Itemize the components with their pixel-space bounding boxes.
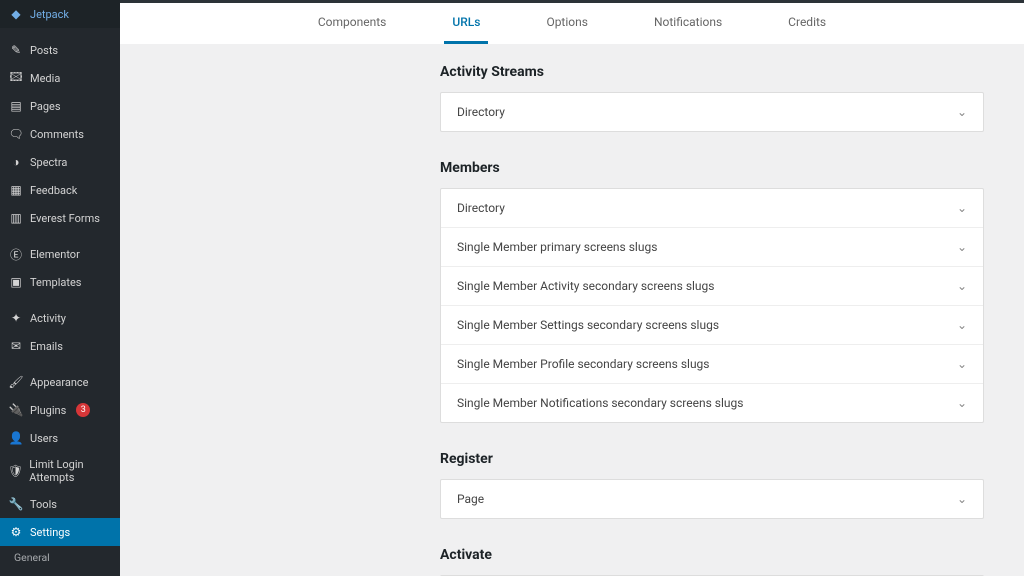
section-title: Activity Streams <box>440 64 984 80</box>
sidebar-item-posts[interactable]: ✎Posts <box>0 36 120 64</box>
section-title: Members <box>440 160 984 176</box>
admin-sidebar: ◆Jetpack ✎Posts 🖾Media ▤Pages 🗨Comments … <box>0 0 120 576</box>
jetpack-icon: ◆ <box>8 6 24 22</box>
form-icon: ▥ <box>8 210 24 226</box>
media-icon: 🖾 <box>8 70 24 86</box>
panel-row-page[interactable]: Page⌄ <box>441 480 983 518</box>
panel-list: Directory⌄ Single Member primary screens… <box>440 188 984 423</box>
panel-row-notifications-slugs[interactable]: Single Member Notifications secondary sc… <box>441 384 983 422</box>
page-icon: ▤ <box>8 98 24 114</box>
user-icon: 👤 <box>8 430 24 446</box>
chevron-down-icon: ⌄ <box>957 279 967 293</box>
elementor-icon: Ⓔ <box>8 246 24 262</box>
template-icon: ▣ <box>8 274 24 290</box>
sidebar-item-spectra[interactable]: ◑Spectra <box>0 148 120 176</box>
sidebar-item-jetpack[interactable]: ◆Jetpack <box>0 0 120 28</box>
sidebar-item-tools[interactable]: 🔧Tools <box>0 490 120 518</box>
content-area: Activity Streams Directory⌄ Members Dire… <box>120 44 1024 576</box>
activity-icon: ✦ <box>8 310 24 326</box>
sidebar-item-pages[interactable]: ▤Pages <box>0 92 120 120</box>
chevron-down-icon: ⌄ <box>957 492 967 506</box>
lock-icon: 🛡 <box>8 463 23 479</box>
chevron-down-icon: ⌄ <box>957 201 967 215</box>
section-members: Members Directory⌄ Single Member primary… <box>440 160 984 423</box>
plugin-update-badge: 3 <box>76 403 90 417</box>
chevron-down-icon: ⌄ <box>957 240 967 254</box>
sidebar-item-appearance[interactable]: 🖌Appearance <box>0 368 120 396</box>
feedback-icon: ▦ <box>8 182 24 198</box>
section-activity-streams: Activity Streams Directory⌄ <box>440 64 984 132</box>
sidebar-item-limit-login[interactable]: 🛡Limit Login Attempts <box>0 452 120 490</box>
tab-credits[interactable]: Credits <box>780 3 834 44</box>
panel-row-directory[interactable]: Directory⌄ <box>441 189 983 228</box>
tab-bar: Components URLs Options Notifications Cr… <box>120 0 1024 44</box>
main-area: Components URLs Options Notifications Cr… <box>120 0 1024 576</box>
panel-row-primary-slugs[interactable]: Single Member primary screens slugs⌄ <box>441 228 983 267</box>
sidebar-item-plugins[interactable]: 🔌Plugins3 <box>0 396 120 424</box>
sidebar-item-templates[interactable]: ▣Templates <box>0 268 120 296</box>
tab-options[interactable]: Options <box>538 3 596 44</box>
email-icon: ✉ <box>8 338 24 354</box>
spectra-icon: ◑ <box>8 154 24 170</box>
sidebar-item-feedback[interactable]: ▦Feedback <box>0 176 120 204</box>
pin-icon: ✎ <box>8 42 24 58</box>
tab-urls[interactable]: URLs <box>444 3 488 44</box>
comment-icon: 🗨 <box>8 126 24 142</box>
sidebar-item-settings[interactable]: ⚙Settings <box>0 518 120 546</box>
panel-row-settings-slugs[interactable]: Single Member Settings secondary screens… <box>441 306 983 345</box>
panel-row-profile-slugs[interactable]: Single Member Profile secondary screens … <box>441 345 983 384</box>
tool-icon: 🔧 <box>8 496 24 512</box>
sidebar-item-media[interactable]: 🖾Media <box>0 64 120 92</box>
chevron-down-icon: ⌄ <box>957 396 967 410</box>
plugin-icon: 🔌 <box>8 402 24 418</box>
panel-row-directory[interactable]: Directory⌄ <box>441 93 983 131</box>
appearance-icon: 🖌 <box>8 374 24 390</box>
chevron-down-icon: ⌄ <box>957 318 967 332</box>
sidebar-sub-general[interactable]: General <box>0 546 120 569</box>
settings-icon: ⚙ <box>8 524 24 540</box>
panel-row-activity-slugs[interactable]: Single Member Activity secondary screens… <box>441 267 983 306</box>
chevron-down-icon: ⌄ <box>957 105 967 119</box>
sidebar-item-elementor[interactable]: ⒺElementor <box>0 240 120 268</box>
chevron-down-icon: ⌄ <box>957 357 967 371</box>
panel-list: Page⌄ <box>440 479 984 519</box>
sidebar-item-everest-forms[interactable]: ▥Everest Forms <box>0 204 120 232</box>
tab-components[interactable]: Components <box>310 3 395 44</box>
section-activate: Activate Page⌄ <box>440 547 984 576</box>
panel-list: Directory⌄ <box>440 92 984 132</box>
section-title: Register <box>440 451 984 467</box>
section-register: Register Page⌄ <box>440 451 984 519</box>
tab-notifications[interactable]: Notifications <box>646 3 730 44</box>
sidebar-item-activity[interactable]: ✦Activity <box>0 304 120 332</box>
section-title: Activate <box>440 547 984 563</box>
sidebar-item-comments[interactable]: 🗨Comments <box>0 120 120 148</box>
sidebar-item-users[interactable]: 👤Users <box>0 424 120 452</box>
sidebar-sub-writing[interactable]: Writing <box>0 569 120 576</box>
sidebar-item-emails[interactable]: ✉Emails <box>0 332 120 360</box>
